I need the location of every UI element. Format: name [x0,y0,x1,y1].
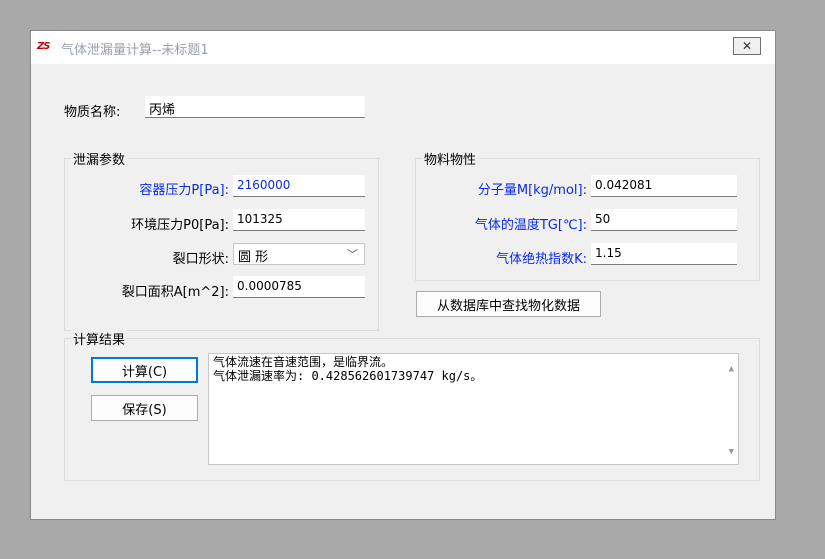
container-pressure-input[interactable]: 2160000 [233,175,365,197]
substance-name-label: 物质名称: [64,105,121,120]
leak-params-group-title: 泄漏参数 [71,149,128,168]
lookup-database-button[interactable]: 从数据库中查找物化数据 [416,291,601,317]
results-group-title: 计算结果 [71,329,128,348]
scroll-up-icon[interactable]: ▲ [729,362,734,376]
close-icon: ✕ [741,39,753,53]
result-line-1: 气体流速在音速范围，是临界流。 [213,355,394,369]
container-pressure-label: 容器压力P[Pa]: [139,183,229,198]
molecular-weight-label: 分子量M[kg/mol]: [477,183,587,198]
title-bar: ZS 气体泄漏量计算--未标题1 ✕ [31,31,775,64]
result-scrollbar[interactable]: ▲ ▼ [721,354,738,464]
save-button[interactable]: 保存(S) [91,395,198,421]
result-textarea[interactable]: 气体流速在音速范围，是临界流。 气体泄漏速率为: 0.42856260173974… [208,353,739,465]
molecular-weight-input[interactable]: 0.042081 [591,175,737,197]
close-button[interactable]: ✕ [733,37,761,55]
result-text: 气体流速在音速范围，是临界流。 气体泄漏速率为: 0.42856260173974… [213,355,482,383]
substance-name-input[interactable]: 丙烯 [145,96,365,118]
window-title: 气体泄漏量计算--未标题1 [61,43,209,58]
adiabatic-index-label: 气体绝热指数K: [496,252,587,267]
crack-shape-select[interactable]: 圆 形 ﹀ [233,243,365,265]
calculate-button[interactable]: 计算(C) [91,357,198,383]
crack-area-label: 裂口面积A[m^2]: [121,285,229,300]
crack-shape-label: 裂口形状: [172,252,229,267]
material-props-group-title: 物料物性 [422,149,479,168]
scroll-down-icon[interactable]: ▼ [729,445,734,459]
adiabatic-index-input[interactable]: 1.15 [591,243,737,265]
crack-area-input[interactable]: 0.0000785 [233,276,365,298]
ambient-pressure-input[interactable]: 101325 [233,209,365,231]
crack-shape-value: 圆 形 [238,250,269,265]
chevron-down-icon: ﹀ [347,248,358,261]
result-line-2: 气体泄漏速率为: 0.428562601739747 kg/s。 [213,369,483,383]
app-icon: ZS [37,41,50,52]
ambient-pressure-label: 环境压力P0[Pa]: [131,218,229,233]
gas-temperature-input[interactable]: 50 [591,209,737,231]
gas-temperature-label: 气体的温度TG[℃]: [474,218,587,233]
dialog-window: ZS 气体泄漏量计算--未标题1 ✕ 物质名称: 丙烯 泄漏参数 容器压力P[P… [30,30,776,520]
